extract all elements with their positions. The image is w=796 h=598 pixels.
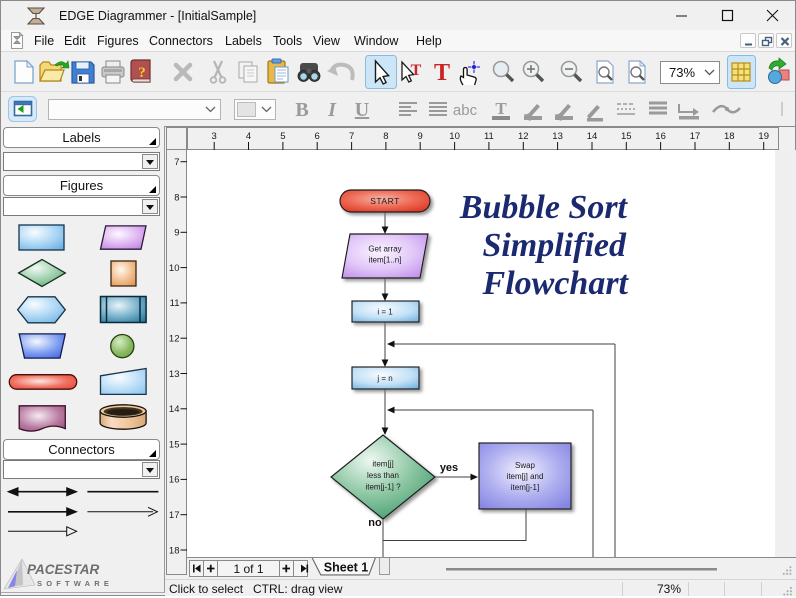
svg-text:9: 9: [174, 228, 179, 239]
svg-text:item[j-1] ?: item[j-1] ?: [365, 483, 401, 492]
svg-text:11: 11: [170, 298, 180, 309]
svg-text:Sheet 1: Sheet 1: [324, 561, 369, 575]
svg-text:11: 11: [484, 131, 494, 142]
svg-text:T: T: [411, 62, 422, 79]
svg-text:9: 9: [418, 131, 423, 142]
svg-text:j = n: j = n: [376, 374, 392, 383]
svg-text:B: B: [295, 99, 308, 121]
svg-text:Swap: Swap: [515, 461, 536, 470]
svg-text:Get array: Get array: [368, 245, 401, 254]
svg-text:17: 17: [690, 131, 701, 142]
svg-text:item[j-1]: item[j-1]: [511, 483, 539, 492]
svg-text:START: START: [370, 196, 400, 206]
svg-text:abc: abc: [453, 102, 478, 119]
svg-text:PACESTAR: PACESTAR: [27, 562, 100, 577]
svg-text:12: 12: [169, 334, 180, 345]
svg-text:U: U: [355, 99, 369, 121]
svg-text:Flowchart: Flowchart: [482, 265, 630, 302]
svg-text:15: 15: [169, 439, 180, 450]
svg-text:7: 7: [349, 131, 354, 142]
svg-text:17: 17: [169, 510, 180, 521]
svg-text:15: 15: [621, 131, 632, 142]
svg-text:14: 14: [587, 131, 598, 142]
svg-text:I: I: [327, 99, 337, 121]
svg-text:i = 1: i = 1: [377, 308, 393, 317]
svg-text:8: 8: [383, 131, 388, 142]
svg-text:10: 10: [449, 131, 460, 142]
svg-text:6: 6: [315, 131, 320, 142]
svg-text:item[1..n]: item[1..n]: [369, 256, 402, 265]
svg-text:Simplified: Simplified: [482, 227, 627, 264]
svg-text:SOFTWARE: SOFTWARE: [37, 579, 113, 588]
svg-text:1 of 1: 1 of 1: [233, 562, 263, 576]
svg-text:16: 16: [655, 131, 666, 142]
svg-text:item[j]: item[j]: [372, 460, 393, 469]
svg-text:7: 7: [174, 157, 179, 168]
svg-text:13: 13: [552, 131, 563, 142]
svg-text:12: 12: [518, 131, 529, 142]
svg-text:3: 3: [212, 131, 217, 142]
svg-text:73%: 73%: [669, 65, 695, 80]
svg-text:16: 16: [169, 475, 180, 486]
svg-text:T: T: [434, 60, 450, 86]
svg-text:19: 19: [758, 131, 769, 142]
svg-text:yes: yes: [440, 462, 458, 474]
svg-text:18: 18: [724, 131, 735, 142]
svg-text:4: 4: [246, 131, 251, 142]
svg-text:10: 10: [169, 263, 180, 274]
svg-text:13: 13: [169, 369, 180, 380]
svg-text:5: 5: [280, 131, 285, 142]
svg-text:?: ?: [138, 65, 146, 81]
svg-text:18: 18: [169, 545, 180, 556]
svg-text:14: 14: [169, 404, 180, 415]
svg-text:8: 8: [174, 192, 179, 203]
svg-text:no: no: [368, 517, 382, 529]
svg-text:Bubble Sort: Bubble Sort: [459, 189, 629, 226]
svg-text:less than: less than: [367, 471, 399, 480]
svg-text:T: T: [495, 99, 507, 118]
svg-text:item[j] and: item[j] and: [507, 472, 544, 481]
